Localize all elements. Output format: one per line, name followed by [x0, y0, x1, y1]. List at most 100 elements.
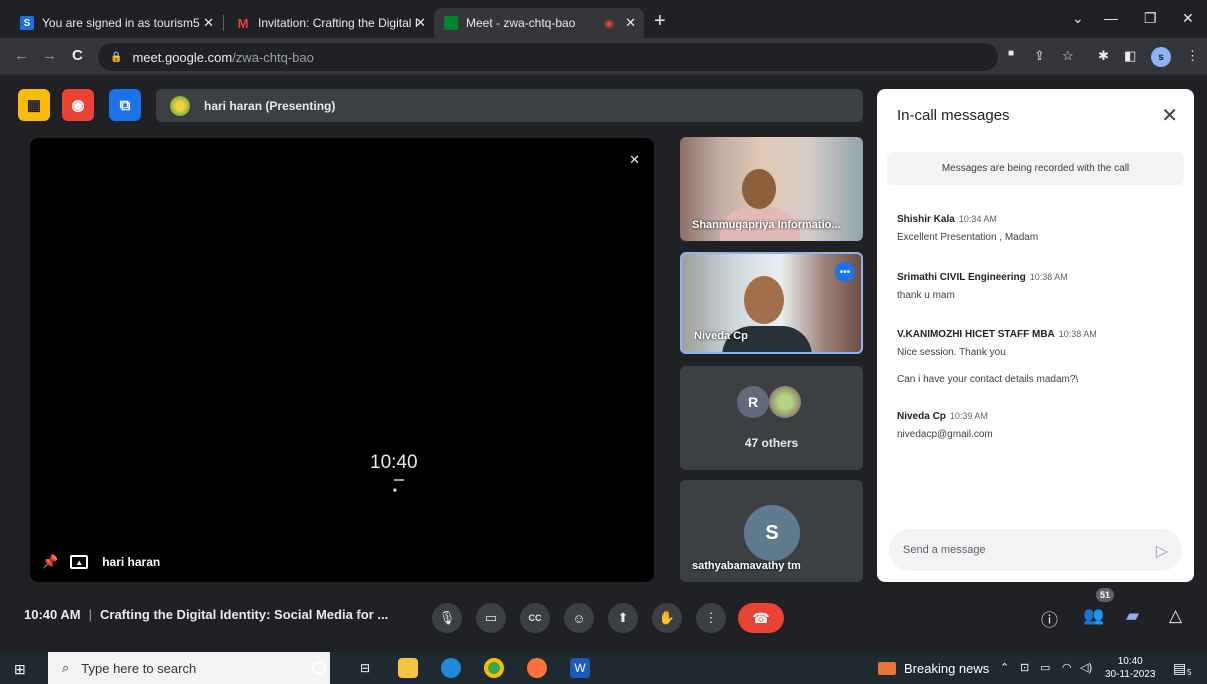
file-explorer-icon[interactable]: [398, 658, 418, 678]
hang-up-icon: ☎: [752, 609, 770, 626]
camera-icon: ▭: [484, 610, 498, 625]
taskbar-search[interactable]: ⌕ Type here to search: [48, 652, 330, 684]
breaking-news-widget[interactable]: Breaking news: [878, 661, 989, 676]
restore-icon[interactable]: ❐: [1144, 10, 1157, 27]
tab-signed-in[interactable]: S You are signed in as tourism5 ✕: [10, 8, 222, 38]
reload-icon[interactable]: C: [72, 47, 83, 64]
others-tile[interactable]: R 47 others: [680, 366, 863, 470]
edge-icon[interactable]: [441, 658, 461, 678]
chevron-up-icon[interactable]: ⌃: [1000, 661, 1009, 674]
more-options-button[interactable]: ⋮: [696, 603, 726, 633]
message-text: nivedacp@gmail.com: [897, 429, 993, 440]
input-placeholder: Send a message: [903, 544, 986, 556]
menu-kebab-icon[interactable]: ⋮: [1186, 48, 1199, 64]
lock-icon: 🔒: [110, 51, 123, 63]
camera-button[interactable]: ▭: [476, 603, 506, 633]
bookmark-star-icon[interactable]: ☆: [1062, 48, 1074, 64]
presenting-label: hari haran (Presenting): [204, 98, 336, 113]
chrome-icon[interactable]: [484, 658, 504, 678]
meet-tray-icon[interactable]: ⊡: [1020, 661, 1029, 674]
word-icon[interactable]: W: [570, 658, 590, 678]
notification-count: 5: [1187, 668, 1192, 677]
notification-icon[interactable]: ▤: [1173, 660, 1186, 677]
tab-title: Invitation: Crafting the Digital Id: [258, 16, 418, 30]
meeting-info-separator: |: [88, 607, 92, 622]
side-panel-icon[interactable]: ◧: [1124, 48, 1136, 64]
activities-shapes-icon[interactable]: △: [1169, 606, 1182, 626]
s-favicon-icon: S: [20, 16, 34, 30]
forward-icon[interactable]: →: [42, 47, 57, 64]
tab-search-icon[interactable]: ⌄: [1072, 10, 1084, 27]
message-sender: Niveda Cp: [897, 411, 946, 422]
participant-tile[interactable]: S sathyabamavathy tm: [680, 480, 863, 582]
participant-tile-active[interactable]: ••• Niveda Cp: [680, 252, 863, 354]
main-tile-footer: 📌 ▲ hari haran: [42, 554, 160, 570]
profile-avatar[interactable]: s: [1151, 47, 1171, 67]
main-presentation-tile[interactable]: ✕ 10:40 ■ 📌 ▲ hari haran: [30, 138, 654, 582]
send-icon[interactable]: ▷: [1156, 541, 1168, 561]
participant-name: sathyabamavathy tm: [692, 560, 801, 572]
message-text: thank u mam: [897, 290, 955, 301]
mic-off-icon: ✕: [629, 152, 640, 167]
meeting-title: Crafting the Digital Identity: Social Me…: [100, 607, 389, 622]
new-tab-icon[interactable]: +: [654, 10, 666, 33]
in-call-messages-panel: In-call messages ✕ Messages are being re…: [877, 89, 1194, 582]
participant-tile[interactable]: Shanmugapriya Informatio...: [680, 137, 863, 241]
browser-toolbar: ← → C 🔒 meet.google.com/zwa-chtq-bao ■ ⇪…: [0, 38, 1207, 75]
battery-icon[interactable]: ▭: [1040, 661, 1050, 674]
close-window-icon[interactable]: ✕: [1182, 10, 1194, 27]
camera-icon[interactable]: ■: [1008, 48, 1014, 59]
pin-icon[interactable]: 📌: [42, 554, 58, 570]
mic-button[interactable]: 🎙: [432, 603, 462, 633]
wifi-icon[interactable]: ◠: [1062, 661, 1072, 674]
present-button[interactable]: ⬆: [608, 603, 638, 633]
captions-button[interactable]: CC: [520, 603, 550, 633]
panel-title: In-call messages: [897, 107, 1010, 124]
close-icon[interactable]: ✕: [1161, 103, 1178, 128]
present-screen-icon: ▲: [70, 555, 89, 569]
reactions-button[interactable]: ☺: [564, 603, 594, 633]
close-tab-icon[interactable]: ✕: [415, 15, 426, 31]
cortana-icon[interactable]: [312, 661, 326, 675]
message-time: 10:34 AM: [958, 214, 997, 224]
present-icon: ⬆: [617, 610, 629, 625]
tab-meet[interactable]: Meet - zwa-chtq-bao ◉ ✕: [434, 8, 644, 38]
volume-icon[interactable]: ◁): [1080, 661, 1092, 674]
meeting-time: 10:40 AM: [24, 607, 81, 622]
address-bar[interactable]: 🔒 meet.google.com/zwa-chtq-bao: [98, 43, 998, 71]
activities-icon[interactable]: ⧉: [109, 89, 141, 121]
share-icon[interactable]: ⇪: [1034, 48, 1045, 64]
minimize-icon[interactable]: —: [1104, 10, 1118, 26]
send-message-input[interactable]: Send a message ▷: [889, 529, 1182, 571]
clock-date: 30-11-2023: [1105, 669, 1156, 680]
url-host: meet.google.com: [132, 49, 233, 65]
close-tab-icon[interactable]: ✕: [625, 15, 636, 31]
chat-icon[interactable]: ▰: [1126, 606, 1139, 626]
task-view-icon[interactable]: ⊟: [355, 658, 375, 678]
chat-message: Shishir Kala 10:34 AM Excellent Presentat…: [897, 209, 1182, 243]
leave-call-button[interactable]: ☎: [738, 603, 784, 633]
windows-start-icon[interactable]: ⊞: [14, 661, 26, 678]
tab-title: Meet - zwa-chtq-bao: [466, 16, 576, 30]
gmail-icon: M: [237, 15, 249, 31]
avatar: [769, 386, 801, 418]
firefox-icon[interactable]: [527, 658, 547, 678]
avatar: R: [737, 386, 769, 418]
participant-video-face: [744, 276, 784, 324]
tab-invitation[interactable]: M Invitation: Crafting the Digital Id ✕: [226, 8, 434, 38]
record-icon[interactable]: ◉: [62, 89, 94, 121]
back-icon[interactable]: ←: [14, 47, 29, 64]
raise-hand-button[interactable]: ✋: [652, 603, 682, 633]
meeting-details-icon[interactable]: ⓘ: [1041, 606, 1058, 631]
browser-tab-strip: S You are signed in as tourism5 ✕ M Invi…: [0, 0, 1207, 38]
people-icon[interactable]: 👥: [1083, 606, 1104, 626]
message-sender: V.KANIMOZHI HICET STAFF MBA: [897, 329, 1055, 340]
chat-message: Niveda Cp 10:39 AM nivedacp@gmail.com: [897, 406, 1182, 440]
whiteboard-icon[interactable]: ▦: [18, 89, 50, 121]
captions-icon: CC: [528, 613, 542, 623]
extensions-icon[interactable]: ✱: [1098, 48, 1109, 64]
more-options-icon[interactable]: •••: [835, 262, 855, 282]
message-text: Excellent Presentation , Madam: [897, 232, 1039, 243]
system-clock[interactable]: 10:40 30-11-2023: [1105, 655, 1155, 681]
close-tab-icon[interactable]: ✕: [203, 15, 214, 31]
